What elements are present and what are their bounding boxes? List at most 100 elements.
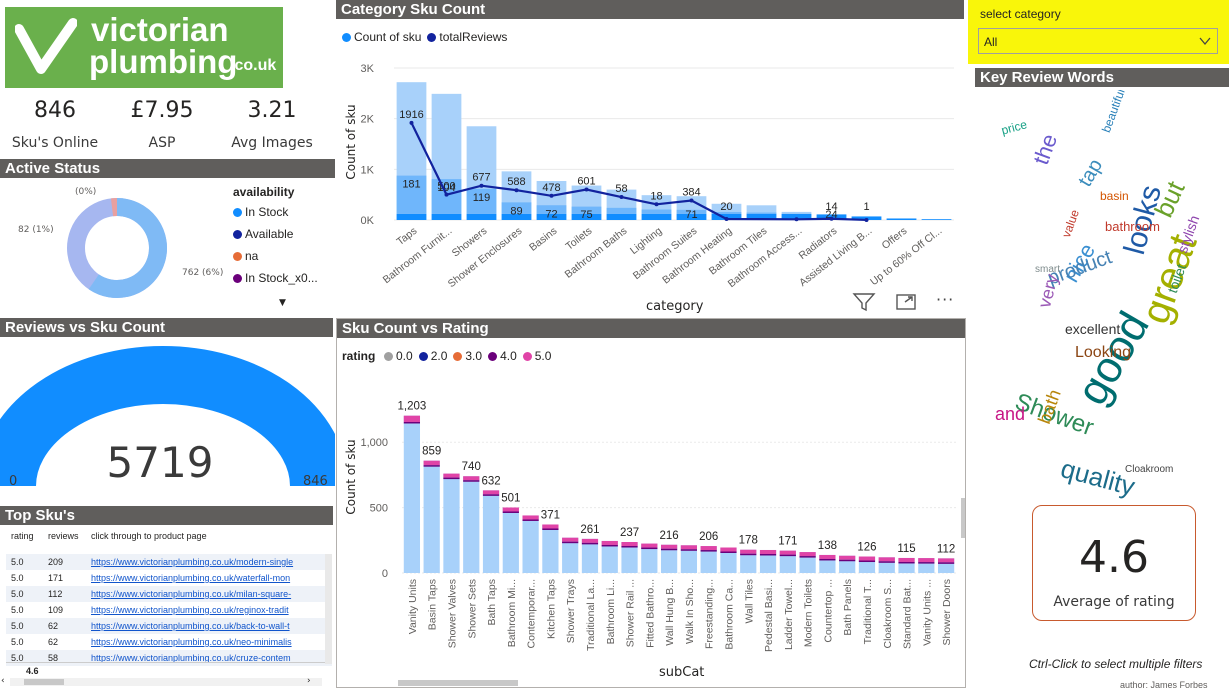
table-row[interactable]: 5.0 209 https://www.victorianplumbing.co.u… xyxy=(6,554,332,570)
product-link[interactable]: https://www.victorianplumbing.co.uk/wate… xyxy=(91,573,290,583)
col-rating-header[interactable]: rating xyxy=(11,531,34,541)
word-cloud-word[interactable]: the xyxy=(1028,131,1062,168)
availability-donut[interactable] xyxy=(55,184,175,309)
subcat-y-tick: 500 xyxy=(370,503,388,515)
subcat-bar-4star xyxy=(660,548,678,551)
word-cloud-word[interactable]: very xyxy=(1034,272,1062,310)
availability-legend-label: na xyxy=(245,249,259,263)
subcat-x-tick: Walk In Sho... xyxy=(684,579,696,644)
rating-legend-item[interactable]: 0.0 xyxy=(384,349,413,363)
scroll-left-icon[interactable]: ‹ xyxy=(1,676,5,686)
category-bar-base xyxy=(466,213,497,220)
legend-scroll-down-icon[interactable]: ▼ xyxy=(279,298,286,308)
category-data-label: 1 xyxy=(863,201,869,213)
product-link[interactable]: https://www.victorianplumbing.co.uk/mode… xyxy=(91,557,293,567)
rating-legend-item[interactable]: 3.0 xyxy=(453,349,482,363)
word-cloud-word[interactable]: bathroom xyxy=(1105,220,1160,233)
word-cloud-word[interactable]: value xyxy=(1059,208,1082,240)
subcat-x-tick: Bathroom Mi... xyxy=(506,579,518,647)
rating-legend-item[interactable]: 4.0 xyxy=(488,349,517,363)
word-cloud-word[interactable]: tap xyxy=(1074,155,1107,190)
subcat-x-tick: Bathroom Li... xyxy=(605,579,617,644)
word-cloud-word[interactable]: basin xyxy=(1100,190,1129,202)
category-x-tick: Basins xyxy=(527,225,559,254)
availability-legend-item[interactable]: Available xyxy=(233,227,318,241)
subcat-data-label: 632 xyxy=(481,475,500,487)
table-row[interactable]: 5.0 62 https://www.victorianplumbing.co.uk… xyxy=(6,618,332,634)
subcat-x-tick: Freestanding... xyxy=(704,579,716,649)
chevron-down-icon[interactable] xyxy=(1199,37,1211,46)
table-row[interactable]: 5.0 112 https://www.victorianplumbing.co.u… xyxy=(6,586,332,602)
table-vertical-scrollbar[interactable] xyxy=(325,554,332,664)
availability-legend-item[interactable]: In Stock xyxy=(233,205,318,219)
product-link[interactable]: https://www.victorianplumbing.co.uk/back… xyxy=(91,621,290,631)
category-legend-item[interactable]: totalReviews xyxy=(427,30,507,44)
subcat-bar xyxy=(542,524,559,573)
scroll-right-icon[interactable]: › xyxy=(307,676,311,686)
subcat-xlabel: subCat xyxy=(659,665,705,680)
rating-legend-item[interactable]: 5.0 xyxy=(522,349,551,363)
word-cloud-word[interactable]: and xyxy=(995,405,1025,423)
subcat-bar-4star xyxy=(740,553,757,556)
word-cloud-word[interactable]: Cloakroom xyxy=(1125,465,1173,475)
subcat-x-tick: Vanity Units ... xyxy=(921,579,933,646)
category-x-tick: Toilets xyxy=(564,225,595,253)
word-cloud-word[interactable]: Looking xyxy=(1075,345,1131,361)
subcat-bar-5star xyxy=(403,415,421,422)
subcat-bar-4star xyxy=(581,542,599,545)
rating-cell: 5.0 xyxy=(11,573,24,583)
legend-dot-icon xyxy=(453,351,463,361)
product-link[interactable]: https://www.victorianplumbing.co.uk/regi… xyxy=(91,605,289,615)
rating-legend-item[interactable]: 2.0 xyxy=(418,349,447,363)
category-x-tick: Bathroom Baths xyxy=(563,225,630,281)
focus-mode-icon[interactable] xyxy=(895,292,917,312)
table-row[interactable]: 5.0 109 https://www.victorianplumbing.co.u… xyxy=(6,602,332,618)
availability-legend-item[interactable]: In Stock_x0... xyxy=(233,271,318,285)
category-bar-base xyxy=(921,219,952,220)
table-row[interactable]: 5.0 171 https://www.victorianplumbing.co.u… xyxy=(6,570,332,586)
category-data-label: 18 xyxy=(650,190,662,202)
category-legend-item[interactable]: Count of sku xyxy=(342,30,421,44)
legend-dot-icon xyxy=(233,273,242,283)
subcat-bar-5star xyxy=(423,460,440,466)
col-reviews-header[interactable]: reviews xyxy=(48,531,79,541)
product-link[interactable]: https://www.victorianplumbing.co.uk/neo-… xyxy=(91,637,292,647)
category-dropdown[interactable]: All xyxy=(978,28,1218,54)
subcat-horizontal-scrollbar[interactable] xyxy=(398,680,518,686)
subcat-x-tick: Bath Panels xyxy=(842,579,854,636)
product-link[interactable]: https://www.victorianplumbing.co.uk/mila… xyxy=(91,589,291,599)
availability-legend-item[interactable]: na xyxy=(233,249,318,263)
subcat-y-tick: 0 xyxy=(382,568,388,580)
table-header-row: rating reviews click through to product … xyxy=(6,528,332,544)
subcat-bar-4star xyxy=(839,559,856,562)
category-data-label: 677 xyxy=(472,172,490,184)
category-data-label: 119 xyxy=(473,192,491,204)
subcat-vertical-scrollbar[interactable] xyxy=(961,498,965,538)
subcat-data-label: 178 xyxy=(739,535,758,547)
subcat-data-label: 206 xyxy=(699,531,718,543)
word-cloud-word[interactable]: excellent xyxy=(1065,322,1120,336)
top-skus-header: Top Sku's xyxy=(0,506,333,525)
word-cloud[interactable]: good great looks quality Shower but nice the tap… xyxy=(975,90,1229,510)
table-horizontal-scrollbar[interactable] xyxy=(10,678,322,686)
word-cloud-word[interactable]: smart xyxy=(1035,265,1060,275)
subcat-x-tick: Shower Valves xyxy=(446,579,458,648)
word-cloud-word[interactable]: price xyxy=(1000,117,1029,137)
category-chart[interactable]: 0K1K2K3K1916181Taps500104Bathroom Furnit… xyxy=(336,54,966,314)
word-cloud-word[interactable]: quality xyxy=(1058,453,1138,501)
col-link-header[interactable]: click through to product page xyxy=(91,531,207,541)
table-row[interactable]: 5.0 62 https://www.victorianplumbing.co.uk… xyxy=(6,634,332,650)
subcat-bar xyxy=(423,460,440,573)
subcat-chart[interactable]: 0 500 1,000 1,203 Vanity Units 859 Basin Taps S… xyxy=(336,370,966,670)
word-cloud-word[interactable]: beautiful xyxy=(1099,90,1128,134)
subcat-x-tick: Kitchen Taps xyxy=(545,579,557,639)
subcat-x-tick: Modern Toilets xyxy=(803,579,815,647)
subcat-bar-5star xyxy=(641,543,658,548)
subcat-data-label: 740 xyxy=(462,461,481,473)
subcat-x-tick: Bathroom Ca... xyxy=(723,579,735,650)
filter-icon[interactable] xyxy=(852,292,876,312)
subcat-bar-5star xyxy=(720,547,737,552)
more-options-icon[interactable]: ··· xyxy=(936,290,954,309)
category-data-label: 384 xyxy=(682,187,700,199)
rating-cell: 5.0 xyxy=(11,557,24,567)
